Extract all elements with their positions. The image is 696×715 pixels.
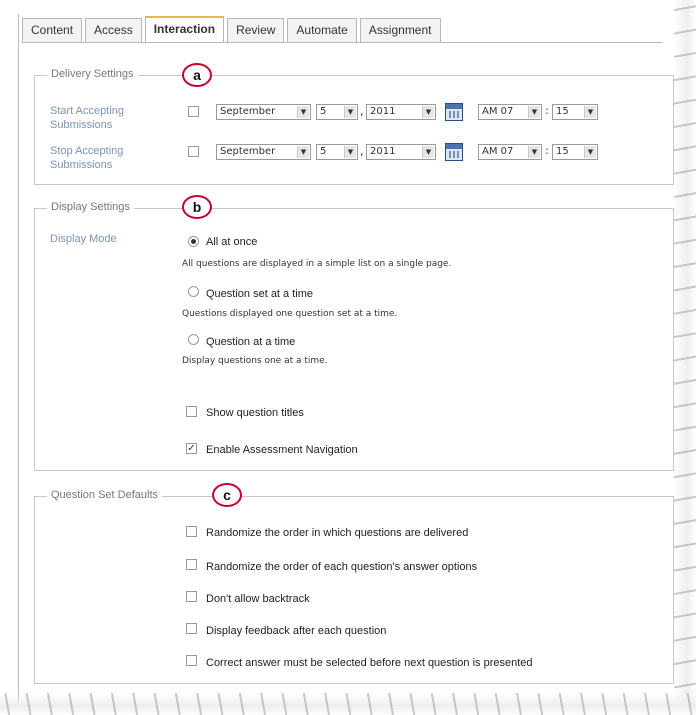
all-at-once-label: All at once [206,236,258,248]
display-feedback-checkbox[interactable] [186,623,197,634]
randomize-questions-label: Randomize the order in which questions a… [206,527,469,539]
chevron-down-icon: ▼ [297,106,309,118]
chevron-down-icon: ▼ [422,146,434,158]
stop-year-select[interactable]: 2011 ▼ [366,144,436,160]
question-set-defaults-legend: Question Set Defaults [47,489,163,501]
display-settings-group: Display Settings [34,201,674,471]
show-question-titles-checkbox[interactable] [186,406,197,417]
chevron-down-icon: ▼ [344,146,356,158]
all-at-once-radio[interactable] [188,236,199,247]
time-separator: : [545,104,549,117]
question-at-a-time-label: Question at a time [206,336,296,348]
delivery-settings-legend: Delivery Settings [47,68,138,80]
date-separator: , [360,145,364,158]
stop-day-select[interactable]: 5 ▼ [316,144,358,160]
correct-answer-required-label: Correct answer must be selected before n… [206,657,533,669]
tab-automate[interactable]: Automate [287,18,357,42]
stop-month-select[interactable]: September ▼ [216,144,311,160]
tab-review[interactable]: Review [227,18,285,42]
tab-access[interactable]: Access [85,18,142,42]
question-set-desc: Questions displayed one question set at … [182,309,398,319]
stop-accepting-checkbox[interactable] [188,146,199,157]
no-backtrack-checkbox[interactable] [186,591,197,602]
show-question-titles-label: Show question titles [206,407,304,419]
chevron-down-icon: ▼ [584,106,596,118]
time-separator: : [545,144,549,157]
chevron-down-icon: ▼ [297,146,309,158]
tab-content[interactable]: Content [22,18,83,42]
display-feedback-label: Display feedback after each question [206,625,387,637]
torn-edge-right [674,0,696,715]
start-accepting-checkbox[interactable] [188,106,199,117]
question-at-a-time-desc: Display questions one at a time. [182,356,328,366]
randomize-answers-label: Randomize the order of each question's a… [206,561,478,573]
start-minute-select[interactable]: 15 ▼ [552,104,598,120]
question-at-a-time-radio[interactable] [188,334,199,345]
randomize-questions-checkbox[interactable] [186,526,197,537]
all-at-once-desc: All questions are displayed in a simple … [182,259,452,269]
start-hour-select[interactable]: AM 07 ▼ [478,104,542,120]
torn-edge-bottom [0,693,696,715]
start-day-select[interactable]: 5 ▼ [316,104,358,120]
delivery-settings-group: Delivery Settings [34,68,674,185]
calendar-icon[interactable] [445,143,463,161]
tab-divider [22,42,662,43]
tab-assignment[interactable]: Assignment [359,18,441,42]
start-accepting-label: Start Accepting Submissions [50,105,124,131]
question-set-defaults-group: Question Set Defaults [34,489,674,684]
display-settings-legend: Display Settings [47,201,134,213]
chevron-down-icon: ▼ [344,106,356,118]
no-backtrack-label: Don't allow backtrack [206,593,310,605]
start-year-select[interactable]: 2011 ▼ [366,104,436,120]
question-set-label: Question set at a time [206,288,313,300]
question-set-radio[interactable] [188,286,199,297]
tab-bar: Content Access Interaction Review Automa… [22,16,441,42]
enable-navigation-checkbox[interactable]: ✓ [186,443,197,454]
randomize-answers-checkbox[interactable] [186,559,197,570]
display-mode-label: Display Mode [50,233,117,245]
start-month-select[interactable]: September ▼ [216,104,311,120]
calendar-icon[interactable] [445,103,463,121]
enable-navigation-label: Enable Assessment Navigation [206,444,358,456]
callout-a: a [182,63,212,87]
date-separator: , [360,105,364,118]
stop-minute-select[interactable]: 15 ▼ [552,144,598,160]
chevron-down-icon: ▼ [422,106,434,118]
callout-c: c [212,483,242,507]
callout-b: b [182,195,212,219]
stop-hour-select[interactable]: AM 07 ▼ [478,144,542,160]
stop-accepting-label: Stop Accepting Submissions [50,145,124,171]
correct-answer-required-checkbox[interactable] [186,655,197,666]
tab-interaction[interactable]: Interaction [144,16,225,42]
chevron-down-icon: ▼ [584,146,596,158]
chevron-down-icon: ▼ [528,106,540,118]
chevron-down-icon: ▼ [528,146,540,158]
